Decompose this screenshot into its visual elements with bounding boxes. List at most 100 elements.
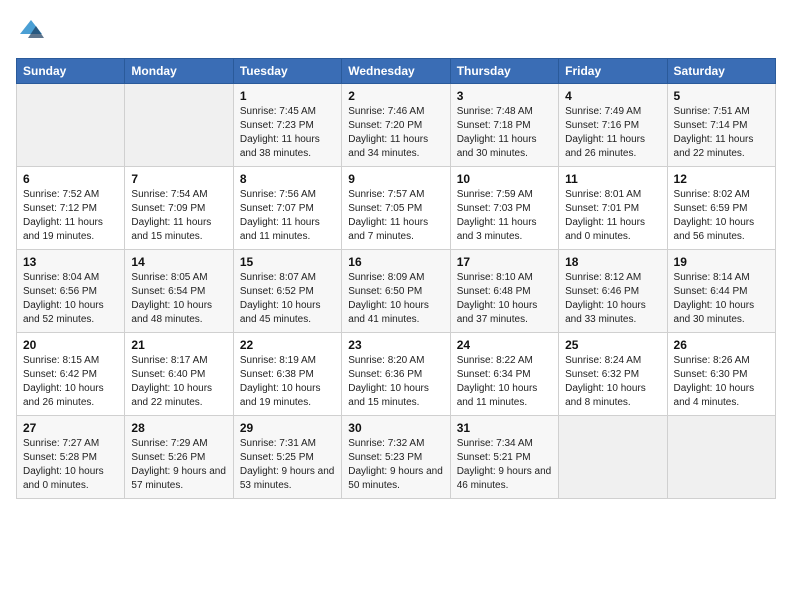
day-number: 6	[23, 172, 118, 186]
day-cell	[125, 84, 233, 167]
calendar-header-row: SundayMondayTuesdayWednesdayThursdayFrid…	[17, 59, 776, 84]
day-cell: 5 Sunrise: 7:51 AM Sunset: 7:14 PM Daylig…	[667, 84, 775, 167]
week-row-1: 1 Sunrise: 7:45 AM Sunset: 7:23 PM Daylig…	[17, 84, 776, 167]
day-number: 23	[348, 338, 443, 352]
header-tuesday: Tuesday	[233, 59, 341, 84]
day-cell: 7Sunrise: 7:54 AM Sunset: 7:09 PM Daylig…	[125, 167, 233, 250]
header-saturday: Saturday	[667, 59, 775, 84]
day-cell: 28 Sunrise: 7:29 AM Sunset: 5:26 PM Dayli…	[125, 416, 233, 499]
day-info: Sunrise: 7:29 AM Sunset: 5:26 PM Dayligh…	[131, 437, 226, 493]
day-info: Sunrise: 7:54 AM Sunset: 7:09 PM Dayligh…	[131, 188, 226, 244]
day-info: Sunrise: 8:17 AM Sunset: 6:40 PM Dayligh…	[131, 354, 226, 410]
day-info: Sunrise: 8:19 AM Sunset: 6:38 PM Dayligh…	[240, 354, 335, 410]
day-cell: 27 Sunrise: 7:27 AM Sunset: 5:28 PM Dayli…	[17, 416, 125, 499]
day-cell: 19 Sunrise: 8:14 AM Sunset: 6:44 PM Dayli…	[667, 250, 775, 333]
day-cell: 23 Sunrise: 8:20 AM Sunset: 6:36 PM Dayli…	[342, 333, 450, 416]
day-info: Sunrise: 7:45 AM Sunset: 7:23 PM Dayligh…	[240, 105, 335, 161]
day-cell: 26 Sunrise: 8:26 AM Sunset: 6:30 PM Dayli…	[667, 333, 775, 416]
day-number: 27	[23, 421, 118, 435]
day-cell: 6 Sunrise: 7:52 AM Sunset: 7:12 PM Daylig…	[17, 167, 125, 250]
day-info: Sunrise: 8:24 AM Sunset: 6:32 PM Dayligh…	[565, 354, 660, 410]
day-number: 12	[674, 172, 769, 186]
header-sunday: Sunday	[17, 59, 125, 84]
day-info: Sunrise: 7:52 AM Sunset: 7:12 PM Dayligh…	[23, 188, 118, 244]
week-row-4: 20 Sunrise: 8:15 AM Sunset: 6:42 PM Dayli…	[17, 333, 776, 416]
day-number: 1	[240, 89, 335, 103]
day-info: Sunrise: 7:51 AM Sunset: 7:14 PM Dayligh…	[674, 105, 769, 161]
day-info: Sunrise: 8:07 AM Sunset: 6:52 PM Dayligh…	[240, 271, 335, 327]
day-number: 2	[348, 89, 443, 103]
day-cell: 2 Sunrise: 7:46 AM Sunset: 7:20 PM Daylig…	[342, 84, 450, 167]
day-info: Sunrise: 8:10 AM Sunset: 6:48 PM Dayligh…	[457, 271, 552, 327]
day-info: Sunrise: 8:15 AM Sunset: 6:42 PM Dayligh…	[23, 354, 118, 410]
calendar-table: SundayMondayTuesdayWednesdayThursdayFrid…	[16, 58, 776, 499]
day-cell: 15 Sunrise: 8:07 AM Sunset: 6:52 PM Dayli…	[233, 250, 341, 333]
header-monday: Monday	[125, 59, 233, 84]
day-number: 19	[674, 255, 769, 269]
day-info: Sunrise: 7:31 AM Sunset: 5:25 PM Dayligh…	[240, 437, 335, 493]
day-cell: 14Sunrise: 8:05 AM Sunset: 6:54 PM Dayli…	[125, 250, 233, 333]
day-number: 4	[565, 89, 660, 103]
day-info: Sunrise: 7:27 AM Sunset: 5:28 PM Dayligh…	[23, 437, 118, 493]
day-info: Sunrise: 8:05 AM Sunset: 6:54 PM Dayligh…	[131, 271, 226, 327]
day-number: 8	[240, 172, 335, 186]
logo	[16, 16, 50, 46]
day-number: 3	[457, 89, 552, 103]
day-number: 9	[348, 172, 443, 186]
day-cell: 29 Sunrise: 7:31 AM Sunset: 5:25 PM Dayli…	[233, 416, 341, 499]
day-number: 31	[457, 421, 552, 435]
day-cell: 1 Sunrise: 7:45 AM Sunset: 7:23 PM Daylig…	[233, 84, 341, 167]
day-info: Sunrise: 8:14 AM Sunset: 6:44 PM Dayligh…	[674, 271, 769, 327]
day-cell: 16 Sunrise: 8:09 AM Sunset: 6:50 PM Dayli…	[342, 250, 450, 333]
day-info: Sunrise: 8:04 AM Sunset: 6:56 PM Dayligh…	[23, 271, 118, 327]
day-number: 26	[674, 338, 769, 352]
logo-icon	[16, 16, 46, 46]
day-info: Sunrise: 7:57 AM Sunset: 7:05 PM Dayligh…	[348, 188, 443, 244]
day-number: 22	[240, 338, 335, 352]
day-info: Sunrise: 8:22 AM Sunset: 6:34 PM Dayligh…	[457, 354, 552, 410]
day-number: 24	[457, 338, 552, 352]
day-info: Sunrise: 8:26 AM Sunset: 6:30 PM Dayligh…	[674, 354, 769, 410]
day-info: Sunrise: 8:12 AM Sunset: 6:46 PM Dayligh…	[565, 271, 660, 327]
header-wednesday: Wednesday	[342, 59, 450, 84]
day-number: 5	[674, 89, 769, 103]
day-cell: 22 Sunrise: 8:19 AM Sunset: 6:38 PM Dayli…	[233, 333, 341, 416]
week-row-3: 13 Sunrise: 8:04 AM Sunset: 6:56 PM Dayli…	[17, 250, 776, 333]
day-info: Sunrise: 8:01 AM Sunset: 7:01 PM Dayligh…	[565, 188, 660, 244]
day-info: Sunrise: 8:20 AM Sunset: 6:36 PM Dayligh…	[348, 354, 443, 410]
day-info: Sunrise: 8:02 AM Sunset: 6:59 PM Dayligh…	[674, 188, 769, 244]
day-number: 28	[131, 421, 226, 435]
day-cell: 17Sunrise: 8:10 AM Sunset: 6:48 PM Dayli…	[450, 250, 558, 333]
day-cell: 4 Sunrise: 7:49 AM Sunset: 7:16 PM Daylig…	[559, 84, 667, 167]
day-number: 29	[240, 421, 335, 435]
day-info: Sunrise: 7:34 AM Sunset: 5:21 PM Dayligh…	[457, 437, 552, 493]
day-cell: 11 Sunrise: 8:01 AM Sunset: 7:01 PM Dayli…	[559, 167, 667, 250]
day-info: Sunrise: 7:46 AM Sunset: 7:20 PM Dayligh…	[348, 105, 443, 161]
day-info: Sunrise: 7:49 AM Sunset: 7:16 PM Dayligh…	[565, 105, 660, 161]
day-cell: 30 Sunrise: 7:32 AM Sunset: 5:23 PM Dayli…	[342, 416, 450, 499]
week-row-5: 27 Sunrise: 7:27 AM Sunset: 5:28 PM Dayli…	[17, 416, 776, 499]
day-number: 20	[23, 338, 118, 352]
day-info: Sunrise: 8:09 AM Sunset: 6:50 PM Dayligh…	[348, 271, 443, 327]
day-number: 30	[348, 421, 443, 435]
day-number: 11	[565, 172, 660, 186]
day-cell: 13 Sunrise: 8:04 AM Sunset: 6:56 PM Dayli…	[17, 250, 125, 333]
day-number: 13	[23, 255, 118, 269]
day-number: 15	[240, 255, 335, 269]
day-cell: 9 Sunrise: 7:57 AM Sunset: 7:05 PM Daylig…	[342, 167, 450, 250]
day-number: 18	[565, 255, 660, 269]
day-number: 16	[348, 255, 443, 269]
day-cell: 25 Sunrise: 8:24 AM Sunset: 6:32 PM Dayli…	[559, 333, 667, 416]
day-cell	[17, 84, 125, 167]
day-number: 25	[565, 338, 660, 352]
day-info: Sunrise: 7:32 AM Sunset: 5:23 PM Dayligh…	[348, 437, 443, 493]
page-header	[16, 16, 776, 46]
day-number: 21	[131, 338, 226, 352]
day-number: 10	[457, 172, 552, 186]
day-cell: 24 Sunrise: 8:22 AM Sunset: 6:34 PM Dayli…	[450, 333, 558, 416]
header-friday: Friday	[559, 59, 667, 84]
day-info: Sunrise: 7:48 AM Sunset: 7:18 PM Dayligh…	[457, 105, 552, 161]
day-cell: 12 Sunrise: 8:02 AM Sunset: 6:59 PM Dayli…	[667, 167, 775, 250]
day-info: Sunrise: 7:59 AM Sunset: 7:03 PM Dayligh…	[457, 188, 552, 244]
day-cell: 3 Sunrise: 7:48 AM Sunset: 7:18 PM Daylig…	[450, 84, 558, 167]
